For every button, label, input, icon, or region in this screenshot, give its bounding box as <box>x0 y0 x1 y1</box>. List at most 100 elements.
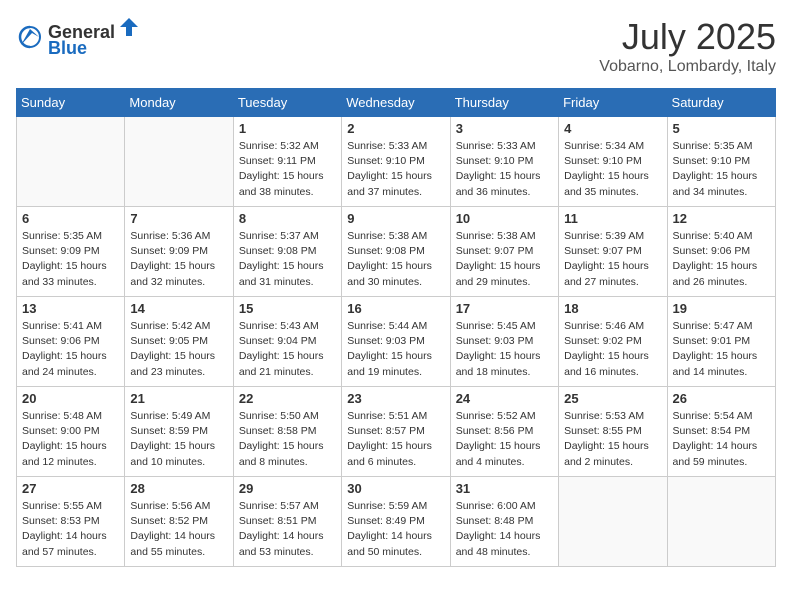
calendar-cell: 30 Sunrise: 5:59 AMSunset: 8:49 PMDayligh… <box>342 477 450 567</box>
day-info: Sunrise: 5:47 AMSunset: 9:01 PMDaylight:… <box>673 319 770 380</box>
day-info: Sunrise: 5:33 AMSunset: 9:10 PMDaylight:… <box>347 139 444 200</box>
calendar-cell: 31 Sunrise: 6:00 AMSunset: 8:48 PMDayligh… <box>450 477 558 567</box>
day-info: Sunrise: 5:56 AMSunset: 8:52 PMDaylight:… <box>130 499 227 560</box>
week-row-4: 20 Sunrise: 5:48 AMSunset: 9:00 PMDayligh… <box>17 387 776 477</box>
day-number: 23 <box>347 391 444 406</box>
day-number: 25 <box>564 391 661 406</box>
month-title: July 2025 <box>599 16 776 58</box>
calendar-cell: 8 Sunrise: 5:37 AMSunset: 9:08 PMDaylight… <box>233 207 341 297</box>
week-row-2: 6 Sunrise: 5:35 AMSunset: 9:09 PMDaylight… <box>17 207 776 297</box>
day-number: 19 <box>673 301 770 316</box>
day-number: 15 <box>239 301 336 316</box>
day-info: Sunrise: 5:43 AMSunset: 9:04 PMDaylight:… <box>239 319 336 380</box>
day-info: Sunrise: 5:38 AMSunset: 9:08 PMDaylight:… <box>347 229 444 290</box>
logo-blue: Blue <box>48 38 87 58</box>
calendar-cell <box>667 477 775 567</box>
day-info: Sunrise: 5:53 AMSunset: 8:55 PMDaylight:… <box>564 409 661 470</box>
day-number: 2 <box>347 121 444 136</box>
day-info: Sunrise: 5:57 AMSunset: 8:51 PMDaylight:… <box>239 499 336 560</box>
logo-icon <box>16 23 44 51</box>
day-number: 7 <box>130 211 227 226</box>
week-row-1: 1Sunrise: 5:32 AMSunset: 9:11 PMDaylight… <box>17 117 776 207</box>
day-number: 14 <box>130 301 227 316</box>
day-number: 11 <box>564 211 661 226</box>
calendar-cell: 17 Sunrise: 5:45 AMSunset: 9:03 PMDayligh… <box>450 297 558 387</box>
calendar-cell: 10Sunrise: 5:38 AMSunset: 9:07 PMDayligh… <box>450 207 558 297</box>
calendar-cell: 14 Sunrise: 5:42 AMSunset: 9:05 PMDayligh… <box>125 297 233 387</box>
day-info: Sunrise: 5:35 AMSunset: 9:10 PMDaylight:… <box>673 139 770 200</box>
day-info: Sunrise: 5:55 AMSunset: 8:53 PMDaylight:… <box>22 499 119 560</box>
calendar-cell: 15 Sunrise: 5:43 AMSunset: 9:04 PMDayligh… <box>233 297 341 387</box>
calendar-table: SundayMondayTuesdayWednesdayThursdayFrid… <box>16 88 776 567</box>
calendar-header-row: SundayMondayTuesdayWednesdayThursdayFrid… <box>17 89 776 117</box>
page-header: General Blue July 2025 Vobarno, Lombardy… <box>16 16 776 76</box>
day-number: 9 <box>347 211 444 226</box>
day-number: 28 <box>130 481 227 496</box>
day-number: 13 <box>22 301 119 316</box>
day-info: Sunrise: 5:39 AMSunset: 9:07 PMDaylight:… <box>564 229 661 290</box>
day-info: Sunrise: 5:48 AMSunset: 9:00 PMDaylight:… <box>22 409 119 470</box>
day-number: 10 <box>456 211 553 226</box>
day-info: Sunrise: 5:44 AMSunset: 9:03 PMDaylight:… <box>347 319 444 380</box>
logo-text-block: General Blue <box>48 16 142 59</box>
calendar-cell: 5Sunrise: 5:35 AMSunset: 9:10 PMDaylight… <box>667 117 775 207</box>
day-info: Sunrise: 5:42 AMSunset: 9:05 PMDaylight:… <box>130 319 227 380</box>
day-info: Sunrise: 5:33 AMSunset: 9:10 PMDaylight:… <box>456 139 553 200</box>
calendar-cell: 26 Sunrise: 5:54 AMSunset: 8:54 PMDayligh… <box>667 387 775 477</box>
day-number: 6 <box>22 211 119 226</box>
day-info: Sunrise: 5:51 AMSunset: 8:57 PMDaylight:… <box>347 409 444 470</box>
day-info: Sunrise: 5:37 AMSunset: 9:08 PMDaylight:… <box>239 229 336 290</box>
day-number: 20 <box>22 391 119 406</box>
day-number: 17 <box>456 301 553 316</box>
header-saturday: Saturday <box>667 89 775 117</box>
logo: General Blue <box>16 16 142 59</box>
calendar-cell: 12Sunrise: 5:40 AMSunset: 9:06 PMDayligh… <box>667 207 775 297</box>
calendar-cell: 7Sunrise: 5:36 AMSunset: 9:09 PMDaylight… <box>125 207 233 297</box>
day-info: Sunrise: 5:34 AMSunset: 9:10 PMDaylight:… <box>564 139 661 200</box>
day-number: 31 <box>456 481 553 496</box>
day-number: 26 <box>673 391 770 406</box>
calendar-cell: 27Sunrise: 5:55 AMSunset: 8:53 PMDayligh… <box>17 477 125 567</box>
calendar-cell: 18Sunrise: 5:46 AMSunset: 9:02 PMDayligh… <box>559 297 667 387</box>
calendar-cell: 23 Sunrise: 5:51 AMSunset: 8:57 PMDayligh… <box>342 387 450 477</box>
day-number: 21 <box>130 391 227 406</box>
calendar-cell: 2 Sunrise: 5:33 AMSunset: 9:10 PMDaylight… <box>342 117 450 207</box>
calendar-cell: 3Sunrise: 5:33 AMSunset: 9:10 PMDaylight… <box>450 117 558 207</box>
day-info: Sunrise: 6:00 AMSunset: 8:48 PMDaylight:… <box>456 499 553 560</box>
day-number: 16 <box>347 301 444 316</box>
header-monday: Monday <box>125 89 233 117</box>
calendar-cell <box>559 477 667 567</box>
calendar-cell: 24 Sunrise: 5:52 AMSunset: 8:56 PMDayligh… <box>450 387 558 477</box>
day-info: Sunrise: 5:54 AMSunset: 8:54 PMDaylight:… <box>673 409 770 470</box>
week-row-3: 13 Sunrise: 5:41 AMSunset: 9:06 PMDayligh… <box>17 297 776 387</box>
calendar-cell: 25 Sunrise: 5:53 AMSunset: 8:55 PMDayligh… <box>559 387 667 477</box>
day-info: Sunrise: 5:41 AMSunset: 9:06 PMDaylight:… <box>22 319 119 380</box>
day-info: Sunrise: 5:45 AMSunset: 9:03 PMDaylight:… <box>456 319 553 380</box>
calendar-cell: 16 Sunrise: 5:44 AMSunset: 9:03 PMDayligh… <box>342 297 450 387</box>
day-number: 30 <box>347 481 444 496</box>
day-info: Sunrise: 5:35 AMSunset: 9:09 PMDaylight:… <box>22 229 119 290</box>
day-number: 18 <box>564 301 661 316</box>
logo-arrow-icon <box>118 16 140 38</box>
day-number: 29 <box>239 481 336 496</box>
calendar-cell <box>125 117 233 207</box>
day-info: Sunrise: 5:49 AMSunset: 8:59 PMDaylight:… <box>130 409 227 470</box>
day-info: Sunrise: 5:59 AMSunset: 8:49 PMDaylight:… <box>347 499 444 560</box>
calendar-cell: 11 Sunrise: 5:39 AMSunset: 9:07 PMDayligh… <box>559 207 667 297</box>
week-row-5: 27Sunrise: 5:55 AMSunset: 8:53 PMDayligh… <box>17 477 776 567</box>
day-info: Sunrise: 5:52 AMSunset: 8:56 PMDaylight:… <box>456 409 553 470</box>
header-friday: Friday <box>559 89 667 117</box>
calendar-cell: 4Sunrise: 5:34 AMSunset: 9:10 PMDaylight… <box>559 117 667 207</box>
calendar-cell: 20 Sunrise: 5:48 AMSunset: 9:00 PMDayligh… <box>17 387 125 477</box>
day-number: 22 <box>239 391 336 406</box>
header-tuesday: Tuesday <box>233 89 341 117</box>
location-title: Vobarno, Lombardy, Italy <box>599 58 776 76</box>
calendar-cell <box>17 117 125 207</box>
day-number: 12 <box>673 211 770 226</box>
day-number: 24 <box>456 391 553 406</box>
calendar-cell: 1Sunrise: 5:32 AMSunset: 9:11 PMDaylight… <box>233 117 341 207</box>
calendar-cell: 13 Sunrise: 5:41 AMSunset: 9:06 PMDayligh… <box>17 297 125 387</box>
header-wednesday: Wednesday <box>342 89 450 117</box>
day-number: 8 <box>239 211 336 226</box>
day-info: Sunrise: 5:32 AMSunset: 9:11 PMDaylight:… <box>239 139 336 200</box>
